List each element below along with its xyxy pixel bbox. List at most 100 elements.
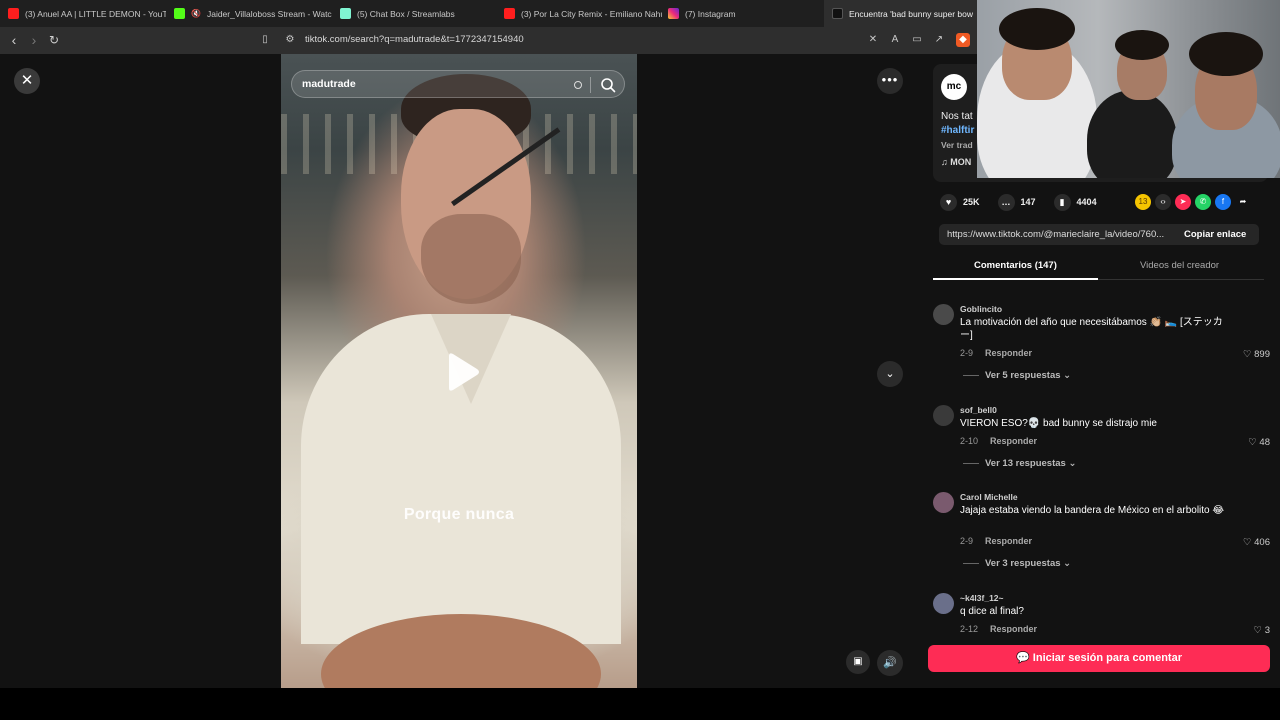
whatsapp-icon[interactable]: ✆	[1195, 194, 1211, 210]
view-replies-button[interactable]: Ver 5 respuestas ⌄	[963, 370, 1071, 381]
comment-username[interactable]: ~k4l3f_12~	[960, 593, 1003, 603]
comment-like-button[interactable]: ♡ 3	[1254, 625, 1270, 633]
next-video-button[interactable]: ⌄	[877, 361, 903, 387]
webcam-hair	[1189, 32, 1263, 76]
pip-icon[interactable]: ▣	[846, 650, 870, 674]
hashtag-link[interactable]: #halftir	[941, 125, 974, 136]
save-count: 4404	[1076, 197, 1097, 207]
cast-icon[interactable]: ▭	[910, 33, 924, 47]
translate-icon[interactable]: A	[888, 33, 902, 47]
comment-meta: 2-9 Responder	[960, 536, 1032, 546]
browser-tab[interactable]: (3) Por La City Remix - Emiliano Nahu	[496, 0, 662, 27]
browser-tab[interactable]: 🔇 Jaider_Villaloboss Stream - Watch	[166, 0, 332, 27]
share-arrow-icon[interactable]: ➦	[1235, 194, 1251, 210]
comment-like-count: 406	[1254, 537, 1270, 548]
search-input[interactable]: madutrade	[302, 78, 356, 90]
tab-title: Jaider_Villaloboss Stream - Watch	[206, 8, 332, 19]
reload-icon[interactable]: ↻	[46, 32, 62, 48]
taskbar-strip	[0, 688, 1280, 720]
streamlabs-icon	[340, 8, 351, 19]
comment-like-count: 3	[1264, 625, 1270, 633]
send-icon[interactable]: ➤	[1175, 194, 1191, 210]
comment-text: Jajaja estaba viendo la bandera de Méxic…	[960, 505, 1225, 516]
tab-title: (3) Por La City Remix - Emiliano Nahu	[521, 8, 662, 19]
save-button[interactable]: ▮ 4404	[1053, 193, 1097, 211]
heart-outline-icon: ♡	[1248, 437, 1260, 448]
search-icon[interactable]	[599, 76, 617, 94]
embed-icon[interactable]: ‹›	[1155, 194, 1171, 210]
comment-like-button[interactable]: ♡ 48	[1248, 437, 1270, 448]
site-info-icon[interactable]: ⚙	[283, 33, 297, 47]
tab-comments[interactable]: Comentarios (147)	[974, 260, 1057, 271]
browser-tab[interactable]: (3) Anuel AA | LITTLE DEMON - YouTu	[0, 0, 166, 27]
mute-site-icon[interactable]: ✕	[866, 33, 880, 47]
share-link-box: https://www.tiktok.com/@marieclaire_la/v…	[939, 224, 1259, 245]
comment-username[interactable]: Goblincito	[960, 304, 1002, 314]
play-icon[interactable]	[443, 352, 481, 392]
replies-line	[963, 374, 979, 376]
share-icon[interactable]: ↗	[932, 33, 946, 47]
avatar[interactable]	[933, 492, 954, 513]
view-replies-button[interactable]: Ver 3 respuestas ⌄	[963, 558, 1071, 569]
author-avatar[interactable]: mc	[941, 74, 967, 100]
tab-title: (3) Anuel AA | LITTLE DEMON - YouTu	[25, 8, 166, 19]
comment-meta: 2-9 Responder	[960, 348, 1032, 358]
reply-button[interactable]: Responder	[990, 436, 1037, 446]
browser-tab[interactable]: (7) Instagram	[660, 0, 820, 27]
browser-tab[interactable]: (5) Chat Box / Streamlabs	[332, 0, 498, 27]
video-caption: Porque nunca	[403, 506, 515, 523]
avatar[interactable]	[933, 405, 954, 426]
comment-like-button[interactable]: ♡ 899	[1243, 349, 1270, 360]
bookmark-icon: ▮	[1053, 193, 1071, 211]
muted-icon[interactable]: 🔇	[191, 9, 201, 18]
brave-shield-icon[interactable]: ◆	[956, 33, 970, 47]
avatar[interactable]	[933, 593, 954, 614]
tab-creator-videos[interactable]: Videos del creador	[1140, 260, 1219, 271]
webcam-overlay	[977, 0, 1280, 178]
view-replies-button[interactable]: Ver 13 respuestas ⌄	[963, 458, 1076, 469]
like-button[interactable]: ♥ 25K	[940, 193, 980, 211]
reply-button[interactable]: Responder	[990, 624, 1037, 633]
comment-text: q dice al final?	[960, 606, 1024, 617]
like-count: 25K	[963, 197, 980, 207]
copy-link-button[interactable]: Copiar enlace	[1184, 229, 1246, 240]
chevron-down-icon: ⌄	[1065, 458, 1077, 469]
search-bar[interactable]: madutrade	[291, 70, 625, 98]
login-to-comment-button[interactable]: 💬 Iniciar sesión para comentar	[928, 645, 1270, 672]
video-beard	[421, 214, 521, 304]
view-replies-label: Ver 13 respuestas	[985, 458, 1066, 469]
heart-outline-icon: ♡	[1253, 625, 1265, 633]
share-link[interactable]: https://www.tiktok.com/@marieclaire_la/v…	[947, 229, 1175, 240]
reply-button[interactable]: Responder	[985, 348, 1032, 358]
loading-icon	[574, 81, 582, 89]
browser-tab-active[interactable]: Encuentra 'bad bunny super bow ✕	[824, 0, 984, 27]
view-replies-label: Ver 3 respuestas	[985, 558, 1061, 569]
comment-like-button[interactable]: ♡ 406	[1243, 537, 1270, 548]
heart-outline-icon: ♡	[1242, 349, 1255, 360]
bookmark-icon[interactable]: ▯	[258, 33, 272, 47]
music-icon: ♫	[941, 157, 951, 167]
music-title: MON	[950, 157, 972, 167]
avatar[interactable]	[933, 304, 954, 325]
coin-share-icon[interactable]: 13	[1135, 194, 1151, 210]
reply-button[interactable]: Responder	[985, 536, 1032, 546]
music-link[interactable]: ♫ MON	[941, 157, 971, 167]
panel-tabs: Comentarios (147) Videos del creador	[933, 254, 1264, 280]
share-buttons: 13 ‹› ➤ ✆ f ➦	[1135, 194, 1251, 210]
comment-username[interactable]: Carol Michelle	[960, 492, 1018, 502]
replies-line	[963, 462, 979, 464]
chevron-down-icon: ⌄	[1060, 370, 1072, 381]
volume-icon[interactable]: 🔊	[877, 650, 903, 676]
comment-item: Goblincito La motivación del año que nec…	[933, 304, 1278, 394]
forward-icon[interactable]: ›	[26, 32, 42, 48]
action-bar: ♥ 25K … 147 ▮ 4404	[940, 193, 1109, 211]
facebook-icon[interactable]: f	[1215, 194, 1231, 210]
translate-link[interactable]: Ver trad	[941, 140, 973, 150]
back-icon[interactable]: ‹	[6, 32, 22, 48]
comment-button[interactable]: … 147	[997, 193, 1036, 211]
close-video-button[interactable]: ✕	[14, 68, 40, 94]
comment-username[interactable]: sof_bell0	[960, 405, 997, 415]
more-options-button[interactable]: •••	[877, 68, 903, 94]
address-bar[interactable]: tiktok.com/search?q=madutrade&t=17723471…	[305, 34, 524, 45]
comment-item: sof_bell0 VIERON ESO?💀 bad bunny se dist…	[933, 405, 1278, 495]
